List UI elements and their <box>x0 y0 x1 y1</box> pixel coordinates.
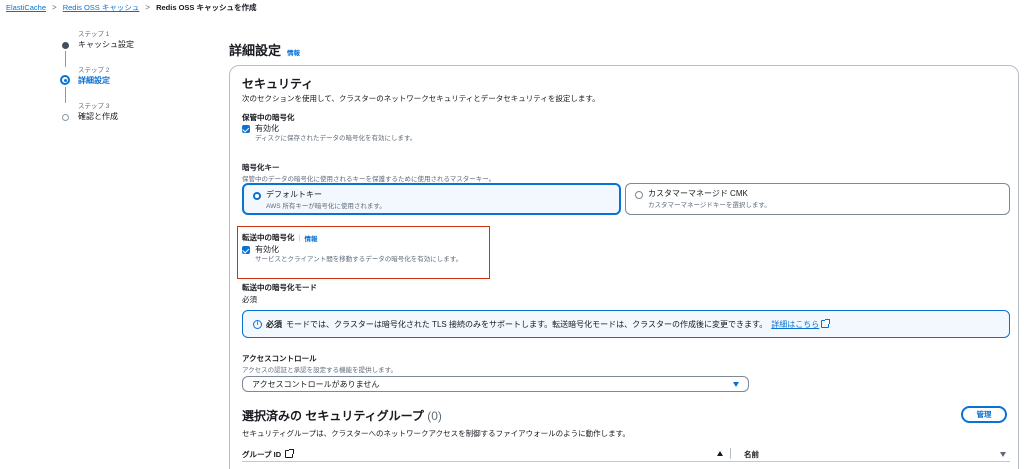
page-title: 詳細設定 情報 <box>229 40 300 59</box>
in-transit-info-link[interactable]: 情報 <box>304 233 317 243</box>
access-control-select[interactable]: アクセスコントロールがありません <box>242 376 749 392</box>
security-description: 次のセクションを使用して、クラスターのネットワークセキュリティとデータセキュリテ… <box>242 94 600 103</box>
column-name[interactable]: 名前 <box>744 449 759 460</box>
in-transit-label-row: 転送中の暗号化 | 情報 <box>242 232 317 243</box>
caret-down-icon <box>733 382 739 387</box>
divider: | <box>298 233 301 242</box>
in-transit-label: 転送中の暗号化 <box>242 233 295 242</box>
encryption-key-description: 保管中のデータの暗号化に使用されるキーを保護するために使用されるマスターキー。 <box>242 176 496 183</box>
radio-title: デフォルトキー <box>266 190 322 199</box>
radio-title: カスタマーマネージド CMK <box>648 189 748 198</box>
step-label: 確認と作成 <box>78 112 118 121</box>
security-groups-title: 選択済みの セキュリティグループ (0) <box>242 407 442 424</box>
radio-unselected-icon[interactable] <box>635 191 643 199</box>
step-number: ステップ 3 <box>78 103 110 110</box>
table-header: グループ ID 名前 <box>242 446 1010 462</box>
step-2: ステップ 2 詳細設定 <box>60 66 210 103</box>
security-groups-count: (0) <box>427 409 442 423</box>
step-current-icon <box>60 75 70 85</box>
column-group-id[interactable]: グループ ID <box>242 449 295 460</box>
manage-button[interactable]: 管理 <box>961 406 1007 423</box>
access-control-label: アクセスコントロール <box>242 354 317 363</box>
sort-icon[interactable] <box>1000 452 1006 457</box>
security-title: セキュリティ <box>242 77 314 91</box>
learn-more-link-text: 詳細はこちら <box>771 319 820 329</box>
checkbox-checked-icon[interactable] <box>242 125 250 133</box>
radio-selected-icon[interactable] <box>253 192 261 200</box>
sort-ascending-icon[interactable] <box>717 451 723 456</box>
page-info-link[interactable]: 情報 <box>287 47 300 57</box>
page-title-text: 詳細設定 <box>229 43 282 58</box>
step-3: ステップ 3 確認と作成 <box>60 102 210 138</box>
step-connector <box>65 87 66 103</box>
column-label: グループ ID <box>242 450 282 459</box>
checkbox-label: 有効化 <box>255 245 279 254</box>
radio-description: AWS 所有キーが暗号化に使用されます。 <box>266 203 386 210</box>
customer-managed-cmk-option[interactable]: カスタマーマネージド CMK カスタマーマネージドキーを選択します。 <box>625 183 1010 215</box>
security-groups-title-text: 選択済みの セキュリティグループ <box>242 409 424 423</box>
checkbox-description: ディスクに保存されたデータの暗号化を有効にします。 <box>255 135 417 142</box>
breadcrumb-redis-caches[interactable]: Redis OSS キャッシュ <box>63 2 140 13</box>
column-divider <box>730 448 731 459</box>
in-transit-checkbox[interactable]: 有効化 サービスとクライアント間を移動するデータの暗号化を有効にします。 <box>242 245 462 264</box>
select-value: アクセスコントロールがありません <box>252 379 380 389</box>
step-pending-icon <box>62 114 69 121</box>
radio-description: カスタマーマネージドキーを選択します。 <box>648 202 771 209</box>
wizard-steps: ステップ 1 キャッシュ設定 ステップ 2 詳細設定 ステップ 3 確認と作成 <box>60 30 210 138</box>
external-link-icon <box>821 318 831 328</box>
info-alert: i 必須 モードでは、クラスターは暗号化された TLS 接続のみをサポートします… <box>242 310 1010 338</box>
encryption-key-label: 暗号化キー <box>242 163 280 172</box>
transit-mode-value: 必須 <box>242 295 257 304</box>
breadcrumb-current: Redis OSS キャッシュを作成 <box>156 2 257 12</box>
checkbox-description: サービスとクライアント間を移動するデータの暗号化を有効にします。 <box>255 256 463 263</box>
step-label: 詳細設定 <box>78 76 110 85</box>
at-rest-checkbox[interactable]: 有効化 ディスクに保存されたデータの暗号化を有効にします。 <box>242 124 416 143</box>
step-1[interactable]: ステップ 1 キャッシュ設定 <box>60 30 210 67</box>
step-number: ステップ 2 <box>78 67 110 74</box>
checkbox-checked-icon[interactable] <box>242 246 250 254</box>
breadcrumb-separator: > <box>52 2 57 12</box>
transit-mode-label: 転送中の暗号化モード <box>242 283 317 292</box>
info-icon: i <box>253 319 262 329</box>
security-panel: セキュリティ 次のセクションを使用して、クラスターのネットワークセキュリティとデ… <box>229 65 1019 469</box>
security-groups-description: セキュリティグループは、クラスターへのネットワークアクセスを制御するファイアウォ… <box>242 429 630 438</box>
checkbox-label: 有効化 <box>255 124 279 133</box>
breadcrumb-elasticache[interactable]: ElastiCache <box>6 3 46 12</box>
alert-text: モードでは、クラスターは暗号化された TLS 接続のみをサポートします。転送暗号… <box>286 319 768 329</box>
breadcrumb-separator: > <box>145 2 151 12</box>
alert-bold: 必須 <box>266 319 282 329</box>
step-connector <box>65 51 66 67</box>
external-link-icon <box>285 449 295 458</box>
step-number: ステップ 1 <box>78 31 110 38</box>
breadcrumb: ElastiCache > Redis OSS キャッシュ > Redis OS… <box>6 1 257 13</box>
access-control-description: アクセスの認証と承認を設定する機能を提供します。 <box>242 367 398 374</box>
default-key-option[interactable]: デフォルトキー AWS 所有キーが暗号化に使用されます。 <box>242 183 621 215</box>
step-label: キャッシュ設定 <box>78 40 134 49</box>
at-rest-label: 保管中の暗号化 <box>242 113 295 122</box>
learn-more-link[interactable]: 詳細はこちら <box>771 318 831 330</box>
step-complete-icon <box>62 42 69 49</box>
